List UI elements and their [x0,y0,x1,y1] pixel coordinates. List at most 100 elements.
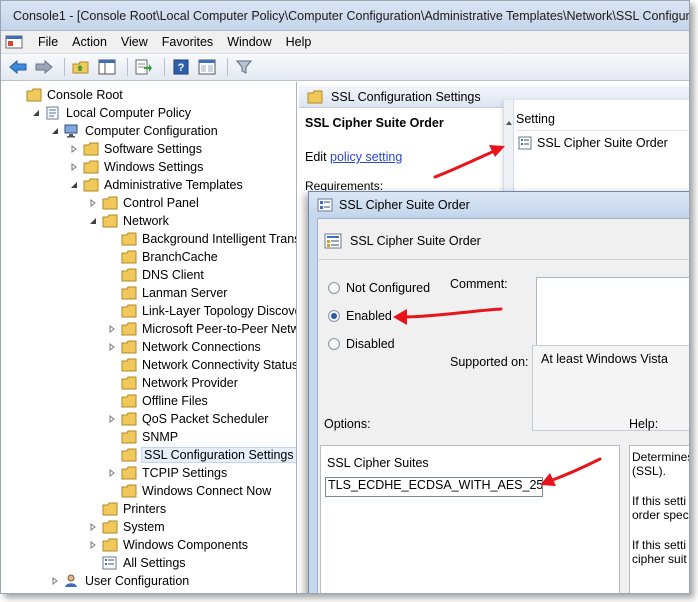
title-bar[interactable]: Console1 - [Console Root\Local Computer … [1,1,689,31]
tree-node[interactable]: Link-Layer Topology Discovery [106,302,297,320]
folder-icon [83,142,99,156]
menu-window[interactable]: Window [220,31,278,53]
forward-button[interactable] [33,56,55,78]
tree-node-label: Network Provider [142,376,238,390]
show-hide-tree-button[interactable] [96,56,118,78]
tree-node[interactable]: Computer Configuration [49,122,218,140]
expanded-triangle-icon[interactable] [49,125,61,137]
radio-disabled[interactable]: Disabled [328,337,395,351]
radio-not-configured[interactable]: Not Configured [328,281,430,295]
computer-icon [64,124,78,138]
help-label: Help: [629,417,659,431]
tree-node[interactable]: DNS Client [106,266,204,284]
tree-node[interactable]: BranchCache [106,248,218,266]
tree-node[interactable]: SSL Configuration Settings [106,446,296,464]
tree-node[interactable]: QoS Packet Scheduler [106,410,268,428]
tree-node-label: All Settings [123,556,186,570]
help-text-line: If this setti [632,494,687,508]
radio-circle[interactable] [328,338,340,350]
tree-node[interactable]: Offline Files [106,392,208,410]
tree-node-label: SSL Configuration Settings [141,447,296,463]
supported-on-label: Supported on: [450,355,529,369]
collapsed-triangle-icon[interactable] [87,521,99,533]
radio-circle[interactable] [328,310,340,322]
comment-textarea[interactable] [536,277,689,349]
tree-node-label: TCPIP Settings [142,466,228,480]
folder-icon [121,484,137,498]
dialog-title-bar[interactable]: SSL Cipher Suite Order [309,192,689,218]
collapsed-triangle-icon[interactable] [106,467,118,479]
tree-node[interactable]: Background Intelligent Transfer [106,230,296,248]
tree-node[interactable]: Network Connections [106,338,261,356]
collapsed-triangle-icon[interactable] [106,341,118,353]
tree-node[interactable]: Network [87,212,169,230]
folder-icon [83,160,99,174]
collapsed-triangle-icon[interactable] [106,413,118,425]
tree-node[interactable]: Local Computer Policy [30,104,191,122]
menu-view[interactable]: View [114,31,155,53]
tree-node[interactable]: Administrative Templates [68,176,243,194]
tree-node[interactable]: All Settings [87,554,186,572]
expanded-triangle-icon[interactable] [30,107,42,119]
cipher-suites-input[interactable]: TLS_ECDHE_ECDSA_WITH_AES_256_GCM [325,477,543,497]
tree-node[interactable]: Windows Components [87,536,248,554]
folder-icon [121,232,137,246]
radio-label: Enabled [346,309,392,323]
help-button[interactable]: ? [170,56,192,78]
tree-node[interactable]: Control Panel [87,194,199,212]
tree-node[interactable]: Network Connectivity Status In [106,356,296,374]
back-arrow-icon [9,60,27,74]
tree-node[interactable]: System [87,518,165,536]
folder-icon [121,322,137,336]
filter-button[interactable] [233,56,255,78]
help-text-line: If this setti [632,538,687,552]
collapsed-triangle-icon[interactable] [68,161,80,173]
setting-column-header[interactable]: Setting [516,112,555,126]
console-menu-icon[interactable] [5,34,23,50]
tree-node-label: Link-Layer Topology Discovery [142,304,297,318]
collapsed-triangle-icon[interactable] [68,143,80,155]
collapsed-triangle-icon[interactable] [106,323,118,335]
policy-setting-link[interactable]: policy setting [330,150,402,164]
tree-node[interactable]: Windows Settings [68,158,203,176]
tree-node[interactable]: Lanman Server [106,284,227,302]
tree-node[interactable]: Printers [87,500,166,518]
tree-node[interactable]: Software Settings [68,140,202,158]
scroll-up-icon[interactable] [504,118,514,128]
edit-line: Edit policy setting [305,150,402,164]
up-one-level-button[interactable] [70,56,92,78]
tree-node[interactable]: TCPIP Settings [106,464,227,482]
tree-node[interactable]: User Configuration [49,572,189,590]
menu-file[interactable]: File [31,31,65,53]
expanded-triangle-icon[interactable] [87,215,99,227]
menu-action[interactable]: Action [65,31,114,53]
tree-node[interactable]: SNMP [106,428,178,446]
tree-node[interactable]: Microsoft Peer-to-Peer Networ [106,320,296,338]
options-panel: SSL Cipher Suites TLS_ECDHE_ECDSA_WITH_A… [320,445,620,593]
collapsed-triangle-icon[interactable] [87,197,99,209]
tree-node[interactable]: Windows Connect Now [106,482,271,500]
policy-dialog: SSL Cipher Suite Order SSL Cipher Suite … [308,191,689,593]
tree-node[interactable]: Network Provider [106,374,238,392]
properties-button[interactable] [196,56,218,78]
collapsed-triangle-icon[interactable] [87,539,99,551]
setting-row-ssl-cipher-suite-order[interactable]: SSL Cipher Suite Order [518,136,668,150]
settings-scrollbar[interactable] [504,100,514,200]
menu-favorites[interactable]: Favorites [155,31,220,53]
console-tree[interactable]: Console Root Local Computer Policy Compute… [1,82,297,593]
folder-icon [121,250,137,264]
radio-circle[interactable] [328,282,340,294]
menu-help[interactable]: Help [279,31,319,53]
radio-enabled[interactable]: Enabled [328,309,392,323]
tree-node[interactable]: Console Root [11,86,123,104]
settings-list-icon [102,556,117,570]
back-button[interactable] [7,56,29,78]
expanded-triangle-icon[interactable] [68,179,80,191]
tree-node-label: Local Computer Policy [66,106,192,120]
collapsed-triangle-icon[interactable] [49,575,61,587]
export-list-button[interactable] [133,56,155,78]
